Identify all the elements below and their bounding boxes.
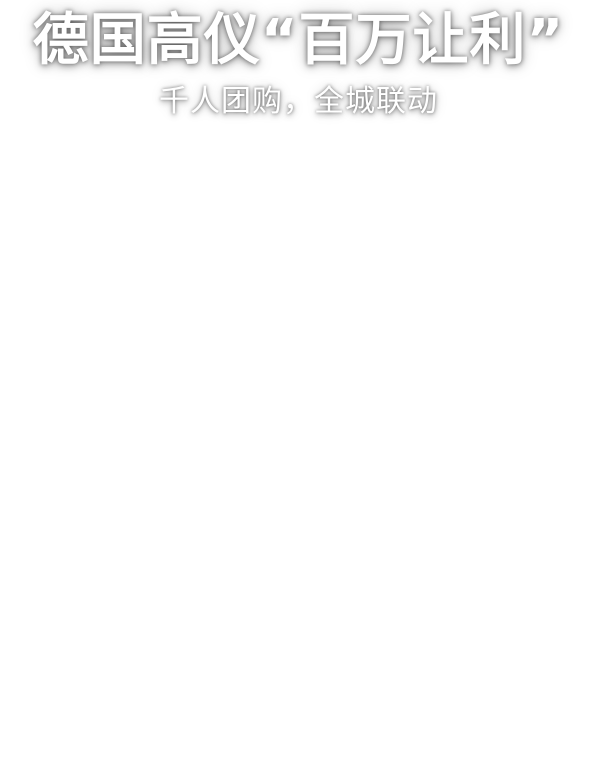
headline: 德国高仪“百万让利” [32, 8, 565, 73]
subheadline: 千人团购，全城联动 [159, 84, 438, 119]
hero-banner: 德国高仪“百万让利” 千人团购，全城联动 [0, 0, 597, 120]
